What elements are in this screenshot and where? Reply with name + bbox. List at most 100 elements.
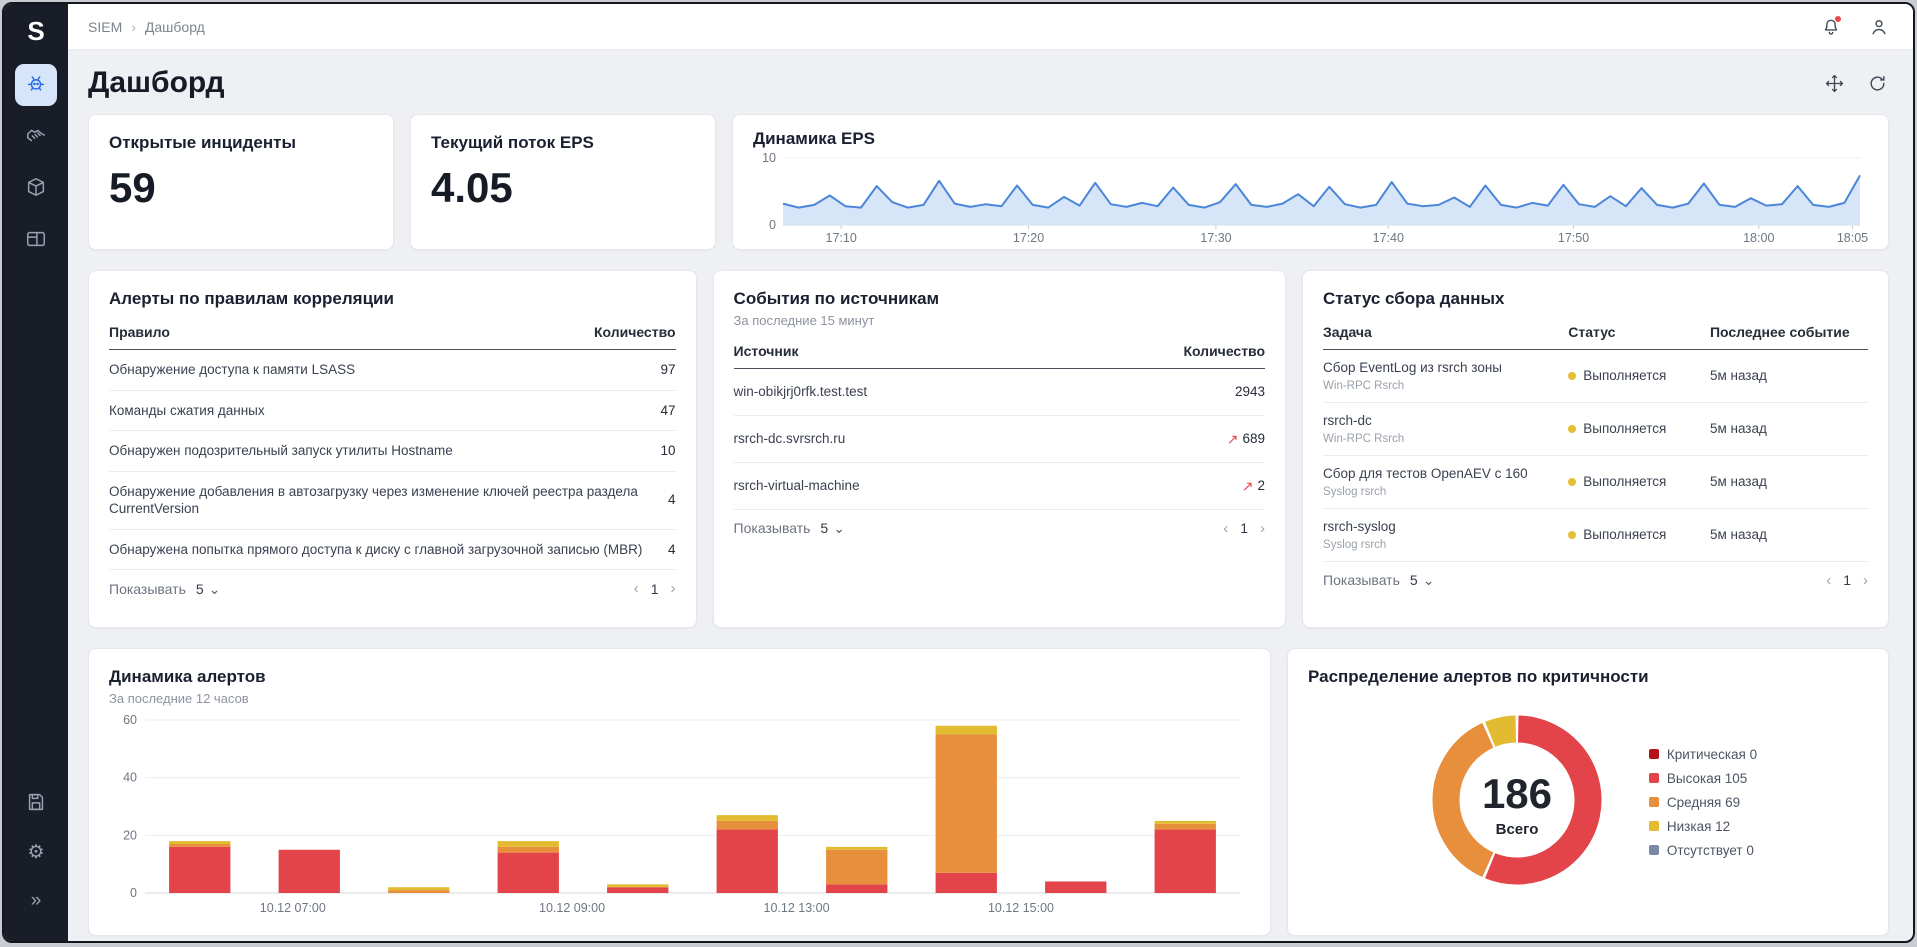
user-menu-button[interactable] bbox=[1869, 17, 1889, 37]
alert-dynamics-bar-chart: 0 20 40 60 10.12 07:00 10.12 09:00 10.12 13:00… bbox=[109, 712, 1250, 917]
legend-label: Низкая 12 bbox=[1666, 818, 1731, 834]
breadcrumb: SIEM › Дашборд bbox=[88, 19, 205, 35]
eps-flow-card: Текущий поток EPS 4.05 bbox=[410, 114, 716, 250]
table-row[interactable]: Обнаружена попытка прямого доступа к дис… bbox=[109, 530, 676, 571]
trend-up-icon: ↗ bbox=[1241, 477, 1254, 494]
source-name-cell: rsrch-virtual-machine bbox=[733, 478, 860, 494]
topbar-actions bbox=[1821, 14, 1889, 37]
sidebar-item-save[interactable] bbox=[15, 783, 57, 825]
rule-name-cell: Обнаружение добавления в автозагрузку че… bbox=[109, 483, 638, 517]
svg-text:18:00: 18:00 bbox=[1743, 231, 1774, 245]
legend-item: Высокая 105 bbox=[1648, 771, 1757, 786]
rule-count-cell: 4 bbox=[668, 492, 676, 508]
sidebar-collapse-button[interactable]: » bbox=[15, 879, 57, 921]
source-count-cell: ↗ 2 bbox=[1242, 477, 1265, 495]
table-row[interactable]: rsrch-dc Win-RPC Rsrch Выполняется 5м назад bbox=[1323, 403, 1868, 456]
svg-text:0: 0 bbox=[769, 218, 776, 232]
status-label: Выполняется bbox=[1583, 421, 1667, 437]
table-row[interactable]: rsrch-syslog Syslog rsrch Выполняется 5м на… bbox=[1323, 509, 1868, 562]
col-count: Количество bbox=[1183, 343, 1266, 359]
status-dot bbox=[1568, 424, 1577, 433]
legend-item: Критическая 0 bbox=[1648, 746, 1758, 762]
table-row[interactable]: Сбор EventLog из rsrch зоны Win-RPC Rsrch… bbox=[1323, 350, 1868, 403]
notifications-button[interactable] bbox=[1821, 14, 1842, 37]
page-number[interactable]: 1 bbox=[1843, 572, 1851, 588]
status-cell: Выполняется bbox=[1568, 368, 1710, 383]
svg-text:10.12 09:00: 10.12 09:00 bbox=[539, 901, 605, 915]
page-number[interactable]: 1 bbox=[651, 581, 659, 597]
svg-text:17:20: 17:20 bbox=[1013, 231, 1044, 245]
task-collector: Win-RPC Rsrch bbox=[1323, 379, 1405, 392]
eps-dynamics-card: Динамика EPS 0 10 17:10 17:20 17:30 17:40 17:5… bbox=[732, 114, 1889, 250]
table-row[interactable]: rsrch-virtual-machine ↗ 2 bbox=[733, 463, 1266, 510]
table-row[interactable]: rsrch-dc.svrsrch.ru ↗ 689 bbox=[733, 416, 1266, 463]
event-sources-card: События по источникам За последние 15 ми… bbox=[712, 270, 1287, 628]
svg-text:10: 10 bbox=[762, 153, 776, 165]
status-label: Выполняется bbox=[1583, 527, 1667, 543]
status-dot bbox=[1568, 477, 1577, 486]
legend-swatch bbox=[1648, 773, 1659, 783]
bug-icon bbox=[25, 72, 47, 99]
page-next-button[interactable]: › bbox=[671, 580, 676, 597]
legend-label: Критическая 0 bbox=[1666, 746, 1758, 762]
sidebar-item-packages[interactable] bbox=[15, 168, 57, 210]
page-size-select[interactable]: Показывать 5 ⌄ bbox=[109, 581, 220, 597]
pagination: ‹ 1 › bbox=[1223, 520, 1265, 537]
page-number[interactable]: 1 bbox=[1240, 520, 1248, 536]
table-row[interactable]: win-obikjrj0rfk.test.test 2943 bbox=[733, 369, 1266, 416]
source-name-cell: win-obikjrj0rfk.test.test bbox=[733, 384, 868, 399]
sidebar-item-response[interactable] bbox=[15, 116, 57, 158]
severity-donut-chart: 186 Всего bbox=[1419, 702, 1615, 903]
table-row[interactable]: Обнаружен подозрительный запуск утилиты … bbox=[109, 431, 676, 472]
card-subtitle: За последние 12 часов bbox=[109, 691, 249, 706]
page-size-label: Показывать bbox=[1323, 572, 1400, 588]
severity-total-value: 186 bbox=[1482, 770, 1552, 817]
sidebar-item-dashboard[interactable] bbox=[15, 64, 57, 106]
rule-count-cell: 4 bbox=[668, 541, 676, 557]
card-title: Статус сбора данных bbox=[1323, 289, 1505, 308]
breadcrumb-root[interactable]: SIEM bbox=[88, 19, 122, 35]
page-size-select[interactable]: Показывать 5 ⌄ bbox=[1323, 572, 1434, 588]
sidebar-item-settings[interactable]: ⚙ bbox=[15, 831, 57, 873]
page-next-button[interactable]: › bbox=[1863, 572, 1868, 589]
task-cell: rsrch-dc Win-RPC Rsrch bbox=[1323, 413, 1568, 445]
table-row[interactable]: Команды сжатия данных 47 bbox=[109, 391, 676, 432]
svg-text:10.12 15:00: 10.12 15:00 bbox=[988, 901, 1054, 915]
app-logo[interactable]: S bbox=[27, 18, 44, 44]
legend-item: Низкая 12 bbox=[1648, 818, 1757, 834]
rearrange-widgets-button[interactable] bbox=[1823, 72, 1846, 95]
sidebar-item-panels[interactable] bbox=[15, 220, 57, 262]
chevron-down-icon: ⌄ bbox=[833, 520, 845, 537]
table-row[interactable]: Обнаружение доступа к памяти LSASS 97 bbox=[109, 350, 676, 391]
rule-name-cell: Обнаружен подозрительный запуск утилиты … bbox=[109, 443, 453, 459]
page-size-value: 5 bbox=[820, 520, 829, 537]
card-title: Динамика EPS bbox=[753, 129, 876, 148]
dashboard-content: Дашборд Открытые инциденты 59 Текущий по… bbox=[68, 50, 1913, 941]
source-count-value: 689 bbox=[1242, 430, 1266, 446]
svg-text:18:05: 18:05 bbox=[1837, 231, 1868, 245]
trend-up-icon: ↗ bbox=[1226, 430, 1239, 447]
table-row[interactable]: Обнаружение добавления в автозагрузку че… bbox=[109, 472, 676, 530]
page-size-select[interactable]: Показывать 5 ⌄ bbox=[734, 520, 845, 536]
page-next-button[interactable]: › bbox=[1260, 520, 1265, 537]
page-prev-button[interactable]: ‹ bbox=[1826, 572, 1831, 589]
refresh-button[interactable] bbox=[1866, 72, 1889, 95]
legend-label: Отсутствует 0 bbox=[1666, 842, 1754, 858]
last-event-cell: 5м назад bbox=[1709, 527, 1767, 543]
status-dot bbox=[1568, 530, 1577, 539]
user-icon bbox=[1872, 19, 1886, 34]
eps-flow-value: 4.05 bbox=[431, 164, 513, 211]
severity-legend: Критическая 0 Высокая 105 Средняя 69 Низкая… bbox=[1648, 746, 1758, 858]
topbar: SIEM › Дашборд bbox=[68, 4, 1913, 50]
page-prev-button[interactable]: ‹ bbox=[1223, 520, 1228, 537]
pagination: ‹ 1 › bbox=[1826, 572, 1868, 589]
collect-status-card: Статус сбора данных Задача Статус Послед… bbox=[1302, 270, 1889, 628]
table-row[interactable]: Сбор для тестов OpenAEV с 160 Syslog rsrc… bbox=[1323, 456, 1868, 509]
page-size-label: Показывать bbox=[733, 520, 811, 537]
page-size-value: 5 bbox=[195, 580, 204, 597]
task-name: Сбор для тестов OpenAEV с 160 bbox=[1323, 465, 1528, 481]
status-cell: Выполняется bbox=[1568, 474, 1710, 489]
page-prev-button[interactable]: ‹ bbox=[634, 580, 639, 597]
source-count-cell: 2943 bbox=[1235, 383, 1265, 401]
svg-text:10.12 07:00: 10.12 07:00 bbox=[260, 901, 326, 915]
